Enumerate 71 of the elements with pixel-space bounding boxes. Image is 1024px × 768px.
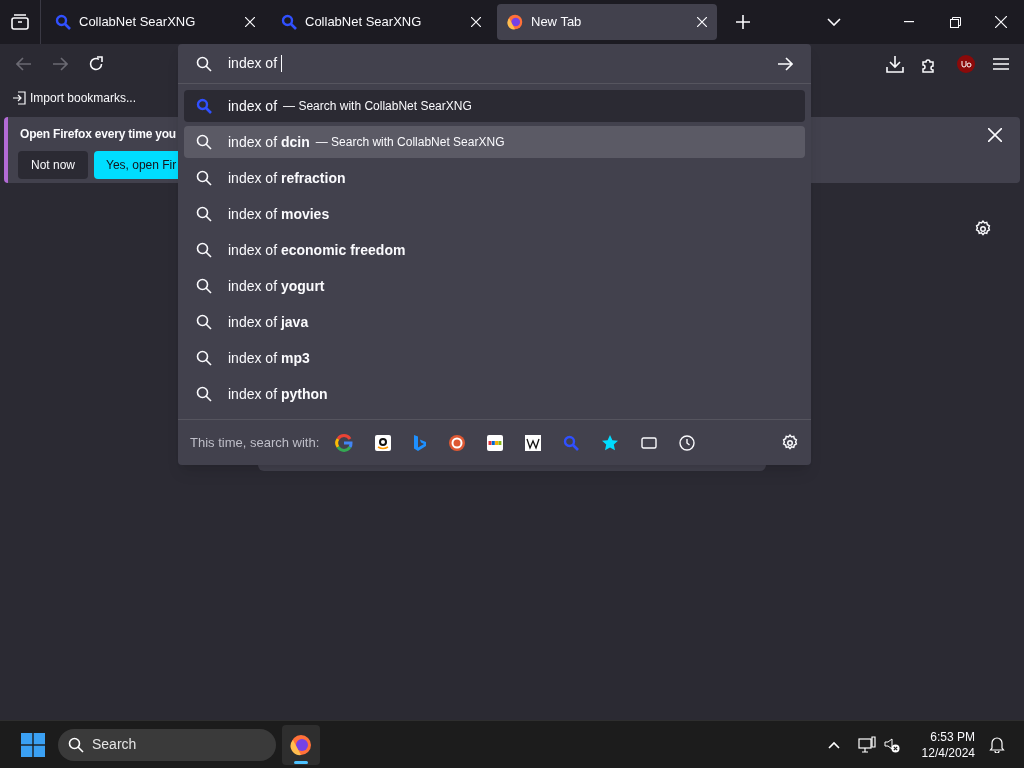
search-with-label: This time, search with:: [190, 433, 320, 452]
search-icon: [196, 134, 212, 150]
search-icon: [68, 736, 84, 753]
network-icon[interactable]: [857, 735, 876, 754]
clock-time[interactable]: 6:53 PM: [930, 728, 975, 745]
address-field[interactable]: index of: [178, 44, 811, 84]
chevron-up-icon[interactable]: [827, 740, 840, 749]
reload-icon[interactable]: [88, 56, 104, 72]
suggestion-row[interactable]: index of movies: [184, 198, 805, 230]
close-icon[interactable]: [471, 17, 481, 27]
import-bookmarks-link[interactable]: Import bookmarks...: [12, 89, 137, 107]
minimize-icon[interactable]: [904, 21, 914, 23]
search-icon: [196, 170, 212, 186]
settings-icon[interactable]: [781, 433, 799, 452]
go-arrow-icon[interactable]: [777, 56, 793, 71]
magnifier-icon: [55, 14, 71, 30]
search-icon: [196, 242, 212, 258]
amazon-icon[interactable]: [375, 434, 392, 451]
suggestion-row[interactable]: index of refraction: [184, 162, 805, 194]
suggestion-row[interactable]: index of economic freedom: [184, 234, 805, 266]
search-icon: [196, 314, 212, 330]
import-icon: [12, 91, 26, 105]
ebay-icon[interactable]: [487, 434, 504, 451]
search-icon: [196, 206, 212, 222]
bell-icon[interactable]: [989, 736, 1005, 753]
close-icon[interactable]: [995, 16, 1007, 28]
forward-icon[interactable]: [52, 57, 68, 71]
browser-tab[interactable]: New Tab: [497, 4, 717, 40]
tab-icon[interactable]: [641, 436, 658, 449]
back-icon[interactable]: [16, 57, 32, 71]
firefox-icon: [290, 733, 312, 756]
suggestion-action: — Search with CollabNet SearXNG: [283, 98, 472, 115]
magnifier-icon: [281, 14, 297, 30]
suggestion-row[interactable]: index of mp3: [184, 342, 805, 374]
restore-icon[interactable]: [949, 16, 961, 28]
close-icon[interactable]: [697, 17, 707, 27]
suggestion-row[interactable]: index of yogurt: [184, 270, 805, 302]
browser-tab[interactable]: CollabNet SearXNG: [271, 4, 491, 40]
menu-icon[interactable]: [993, 57, 1009, 71]
suggestion-row[interactable]: index of java: [184, 306, 805, 338]
suggestion-row[interactable]: index of — Search with CollabNet SearXNG: [184, 90, 805, 122]
search-icon: [196, 278, 212, 294]
browser-tab[interactable]: CollabNet SearXNG: [45, 4, 265, 40]
wikipedia-icon[interactable]: [525, 434, 542, 451]
suggestion-action: — Search with CollabNet SearXNG: [315, 134, 505, 151]
muted-speaker-icon[interactable]: [883, 736, 900, 753]
dismiss-button[interactable]: Not now: [18, 151, 88, 179]
suggestion-row[interactable]: index of python: [184, 378, 805, 410]
chevron-down-icon[interactable]: [827, 18, 841, 26]
shield-icon[interactable]: [956, 54, 976, 74]
firefox-taskbar-button[interactable]: [282, 724, 320, 765]
search-icon: [196, 350, 212, 366]
suggestion-row[interactable]: index of dcin — Search with CollabNet SearXNG: [184, 126, 805, 158]
star-icon[interactable]: [601, 433, 620, 452]
close-icon[interactable]: [245, 17, 255, 27]
firefox-icon: [507, 14, 523, 30]
download-icon[interactable]: [886, 55, 904, 73]
windows-logo-icon[interactable]: [21, 732, 45, 757]
google-icon[interactable]: [335, 433, 354, 452]
search-icon: [196, 55, 212, 72]
clock-icon[interactable]: [679, 434, 696, 451]
close-icon[interactable]: [988, 128, 1002, 142]
magnifier-icon: [196, 98, 212, 114]
notification-message: Open Firefox every time you: [20, 127, 176, 141]
settings-icon[interactable]: [974, 220, 992, 238]
plus-icon: [736, 15, 750, 29]
clock-date[interactable]: 12/4/2024: [921, 744, 975, 761]
search-icon: [196, 386, 212, 402]
bing-icon[interactable]: [413, 433, 428, 452]
taskbar-search-field[interactable]: Search: [58, 728, 276, 761]
tab-list-icon[interactable]: [11, 14, 29, 30]
